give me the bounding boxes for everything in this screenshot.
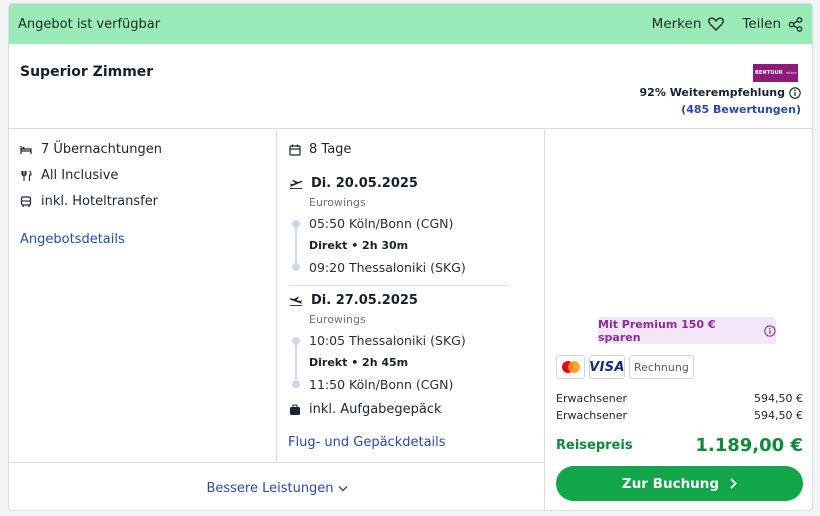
departure-dot (292, 337, 300, 345)
suitcase-icon (290, 403, 300, 415)
availability-banner: Angebot ist verfügbar Merken Teilen (9, 4, 812, 44)
features-column: 7 Übernachtungen All Inclusive inkl. Hot… (9, 130, 277, 462)
outbound-date: Di. 20.05.2025 (289, 176, 418, 191)
offer-card: Angebot ist verfügbar Merken Teilen Supe… (8, 3, 813, 511)
mastercard-icon (556, 355, 585, 379)
baggage-info: inkl. Aufgabegepäck (289, 402, 442, 417)
visa-icon: VISA (589, 355, 625, 379)
invoice-badge: Rechnung (629, 355, 694, 379)
bed-icon (20, 144, 32, 156)
bus-icon (20, 195, 32, 208)
total-price-label: Reisepreis (556, 438, 633, 453)
feature-transfer: inkl. Hoteltransfer (20, 194, 158, 209)
return-date: Di. 27.05.2025 (289, 293, 418, 308)
return-departure: 10:05 Thessaloniki (SKG) (309, 333, 466, 348)
recommendation-rate: 92% Weiterempfehlung (640, 86, 801, 99)
outbound-arrival: 09:20 Thessaloniki (SKG) (309, 260, 466, 275)
book-button[interactable]: Zur Buchung (556, 466, 803, 501)
outbound-departure: 05:50 Köln/Bonn (CGN) (309, 216, 454, 231)
return-timeline (295, 343, 297, 383)
operator-logo: BENTOUR reisen (753, 64, 798, 82)
info-icon[interactable] (789, 86, 801, 99)
plane-arrival-icon (289, 296, 302, 306)
share-label: Teilen (742, 16, 781, 32)
offer-header: Superior Zimmer BENTOUR reisen 92% Weite… (9, 44, 812, 129)
chevron-down-icon (338, 486, 348, 492)
pricing-column: Mit Premium 150 € sparen VISA Rechnung E… (545, 130, 812, 510)
total-price-value: 1.189,00 € (695, 435, 803, 456)
outbound-airline: Eurowings (309, 196, 366, 209)
payment-methods: VISA Rechnung (556, 355, 694, 379)
info-icon (764, 324, 776, 337)
feature-nights: 7 Übernachtungen (20, 142, 162, 157)
trip-duration: 8 Tage (289, 142, 351, 157)
share-button[interactable]: Teilen (742, 16, 803, 32)
return-airline: Eurowings (309, 313, 366, 326)
arrival-dot (292, 263, 300, 271)
room-title: Superior Zimmer (20, 64, 154, 80)
total-price-row: Reisepreis 1.189,00 € (556, 435, 803, 456)
plane-departure-icon (290, 179, 303, 189)
offer-details-link[interactable]: Angebotsdetails (20, 232, 125, 247)
flight-baggage-details-link[interactable]: Flug- und Gepäckdetails (288, 435, 446, 450)
heart-icon (708, 17, 725, 31)
departure-dot (292, 220, 300, 228)
save-label: Merken (651, 16, 702, 32)
share-icon (788, 16, 803, 32)
chevron-right-icon (730, 478, 737, 489)
traveller-price-row: Erwachsener 594,50 € (556, 392, 803, 405)
calendar-icon (289, 144, 301, 156)
better-services-bar: Bessere Leistungen (9, 462, 545, 510)
flight-column: 8 Tage Di. 20.05.2025 Eurowings 05:50 Kö… (277, 130, 545, 462)
save-button[interactable]: Merken (652, 16, 725, 32)
arrival-dot (292, 380, 300, 388)
return-arrival: 11:50 Köln/Bonn (CGN) (309, 377, 454, 392)
flight-separator (289, 285, 509, 286)
reviews-link[interactable]: (485 Bewertungen) (681, 103, 801, 116)
return-duration: Direkt • 2h 45m (309, 356, 409, 369)
cutlery-icon (20, 170, 32, 182)
premium-savings-badge[interactable]: Mit Premium 150 € sparen (598, 317, 776, 344)
better-services-toggle[interactable]: Bessere Leistungen (9, 481, 545, 496)
traveller-price-row: Erwachsener 594,50 € (556, 409, 803, 422)
outbound-duration: Direkt • 2h 30m (309, 239, 409, 252)
availability-text: Angebot ist verfügbar (18, 16, 161, 32)
feature-board: All Inclusive (20, 168, 118, 183)
outbound-timeline (295, 226, 297, 266)
